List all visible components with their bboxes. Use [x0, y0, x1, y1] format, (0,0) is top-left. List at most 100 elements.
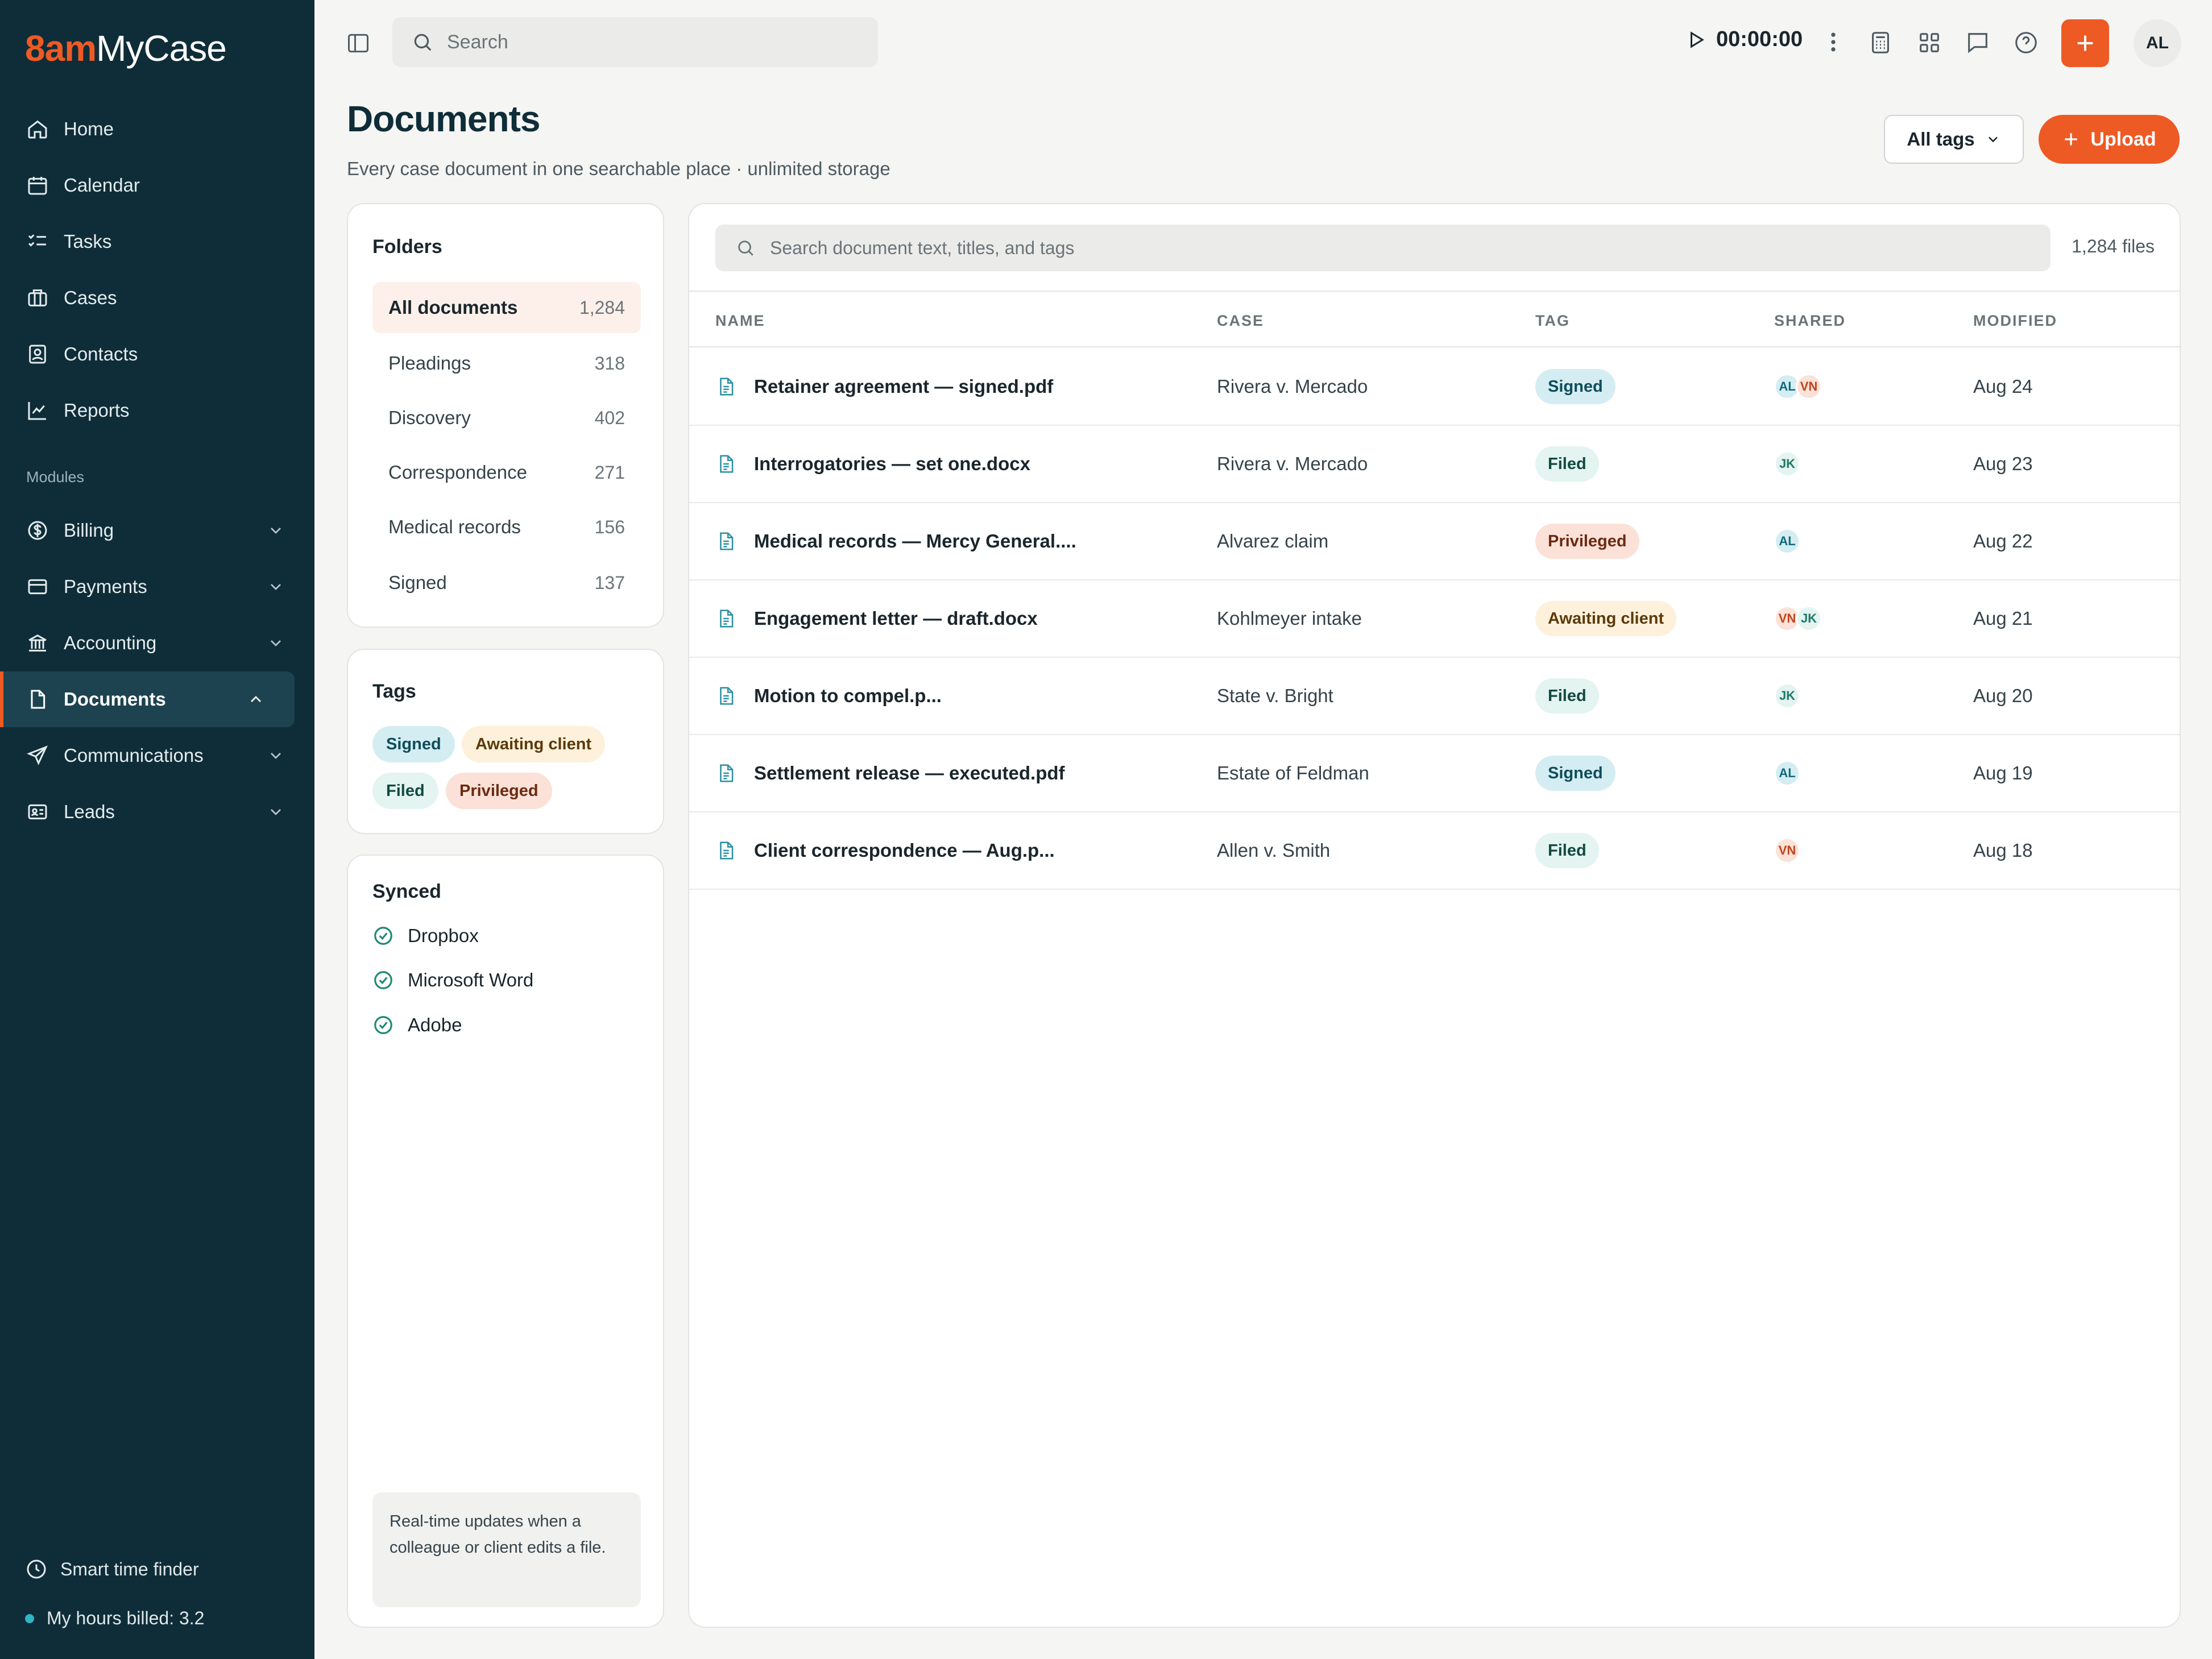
folder-label: Correspondence: [388, 462, 527, 483]
tag-chip-signed[interactable]: Signed: [372, 726, 455, 762]
sidebar-item-label: Cases: [64, 287, 117, 308]
sidebar-item-billing[interactable]: Billing: [0, 503, 314, 558]
document-case[interactable]: Allen v. Smith: [1217, 812, 1330, 889]
shared-avatar: VN: [1774, 837, 1800, 864]
document-tag-cell: Awaiting client: [1535, 580, 1677, 657]
calculator-icon[interactable]: [1867, 30, 1894, 56]
sidebar-item-documents[interactable]: Documents: [0, 671, 295, 727]
document-modified: Aug 24: [1973, 376, 2033, 397]
status-badge[interactable]: Signed: [1535, 369, 1615, 404]
timer[interactable]: 00:00:00: [1685, 27, 1803, 52]
column-header-name[interactable]: NAME: [715, 312, 765, 330]
folder-medical-records[interactable]: Medical records 156: [372, 501, 641, 553]
tag-chip-awaiting-client[interactable]: Awaiting client: [462, 726, 606, 762]
document-case[interactable]: Kohlmeyer intake: [1217, 580, 1362, 657]
document-modified: Aug 23: [1973, 453, 2033, 474]
document-case[interactable]: Alvarez claim: [1217, 503, 1328, 579]
status-badge[interactable]: Awaiting client: [1535, 601, 1677, 636]
table-row[interactable]: Motion to compel.p... State v. Bright File…: [689, 658, 2180, 735]
table-row[interactable]: Client correspondence — Aug.p... Allen v.…: [689, 812, 2180, 890]
tag-chip-privileged[interactable]: Privileged: [446, 773, 552, 809]
document-case[interactable]: Estate of Feldman: [1217, 735, 1369, 811]
check-circle-icon: [374, 1016, 392, 1034]
document-tag-cell: Signed: [1535, 349, 1615, 425]
sidebar-item-calendar[interactable]: Calendar: [0, 157, 314, 213]
user-avatar[interactable]: AL: [2134, 19, 2181, 67]
folder-signed[interactable]: Signed 137: [372, 557, 641, 608]
document-case[interactable]: Rivera v. Mercado: [1217, 349, 1368, 425]
all-tags-dropdown[interactable]: All tags: [1884, 115, 2024, 164]
document-name-cell[interactable]: Settlement release — executed.pdf: [715, 735, 1065, 811]
file-icon: [720, 687, 734, 705]
status-badge[interactable]: Filed: [1535, 833, 1599, 868]
document-name-cell[interactable]: Retainer agreement — signed.pdf: [715, 349, 1053, 425]
shared-avatar: AL: [1774, 760, 1800, 786]
document-name-cell[interactable]: Motion to compel.p...: [715, 658, 942, 734]
document-name-cell[interactable]: Client correspondence — Aug.p...: [715, 812, 1055, 889]
sidebar-item-accounting[interactable]: Accounting: [0, 615, 314, 671]
column-header-case[interactable]: CASE: [1217, 312, 1264, 330]
file-count: 1,284 files: [2072, 236, 2155, 256]
column-header-modified[interactable]: MODIFIED: [1973, 312, 2057, 330]
folder-correspondence[interactable]: Correspondence 271: [372, 447, 641, 498]
sidebar-toggle-icon[interactable]: [346, 31, 371, 56]
smart-time-finder-link[interactable]: Smart time finder: [25, 1558, 199, 1581]
sidebar-item-communications[interactable]: Communications: [0, 728, 314, 783]
document-name-cell[interactable]: Interrogatories — set one.docx: [715, 426, 1030, 502]
folder-pleadings[interactable]: Pleadings 318: [372, 338, 641, 389]
more-options-icon[interactable]: [1828, 30, 1839, 55]
document-name-cell[interactable]: Medical records — Mercy General....: [715, 503, 1076, 579]
folder-label: All documents: [388, 297, 518, 318]
sidebar-item-contacts[interactable]: Contacts: [0, 326, 314, 382]
folder-count: 271: [594, 462, 625, 483]
table-row[interactable]: Settlement release — executed.pdf Estate …: [689, 735, 2180, 812]
document-search-placeholder: Search document text, titles, and tags: [770, 237, 1075, 258]
tags-panel: Tags Signed Awaiting client Filed Privil…: [347, 649, 664, 834]
file-icon: [720, 609, 734, 628]
table-row[interactable]: Interrogatories — set one.docx Rivera v. …: [689, 426, 2180, 503]
shared-avatar: VN: [1796, 374, 1822, 400]
logo-name: MyCase: [96, 28, 227, 69]
status-badge[interactable]: Signed: [1535, 756, 1615, 791]
help-icon[interactable]: [2013, 30, 2039, 56]
sync-label: Dropbox: [408, 925, 479, 946]
apps-grid-icon[interactable]: [1916, 30, 1942, 56]
column-header-shared[interactable]: SHARED: [1774, 312, 1846, 330]
status-badge[interactable]: Privileged: [1535, 524, 1639, 559]
document-name-cell[interactable]: Engagement letter — draft.docx: [715, 580, 1038, 657]
table-row[interactable]: Retainer agreement — signed.pdf Rivera v.…: [689, 349, 2180, 426]
column-header-tag[interactable]: TAG: [1535, 312, 1570, 330]
sidebar-item-reports[interactable]: Reports: [0, 383, 314, 438]
tag-chip-filed[interactable]: Filed: [372, 773, 438, 809]
document-name: Settlement release — executed.pdf: [754, 762, 1065, 783]
sidebar-item-home[interactable]: Home: [0, 101, 314, 157]
folder-discovery[interactable]: Discovery 402: [372, 392, 641, 443]
folder-all-documents[interactable]: All documents 1,284: [372, 282, 641, 333]
all-tags-label: All tags: [1907, 128, 1975, 150]
document-search-input[interactable]: Search document text, titles, and tags: [715, 225, 2051, 271]
chat-icon[interactable]: [1965, 30, 1991, 56]
quick-add-button[interactable]: [2061, 19, 2109, 67]
upload-button[interactable]: Upload: [2039, 115, 2180, 164]
play-icon[interactable]: [1685, 28, 1706, 51]
document-case[interactable]: Rivera v. Mercado: [1217, 426, 1368, 502]
shared-avatars: AL VN: [1774, 349, 1822, 425]
app-logo[interactable]: 8am MyCase: [25, 27, 227, 69]
status-badge[interactable]: Filed: [1535, 678, 1599, 714]
sidebar-item-payments[interactable]: Payments: [0, 559, 314, 615]
plus-icon: [2065, 133, 2078, 146]
sidebar-item-label: Contacts: [64, 343, 138, 364]
timer-value: 00:00:00: [1716, 27, 1803, 51]
global-search-input[interactable]: Search: [392, 17, 878, 67]
sidebar-item-leads[interactable]: Leads: [0, 784, 314, 840]
document-modified: Aug 20: [1973, 685, 2033, 706]
calendar-icon: [26, 174, 49, 197]
sidebar-item-cases[interactable]: Cases: [0, 270, 314, 326]
table-row[interactable]: Engagement letter — draft.docx Kohlmeyer …: [689, 580, 2180, 658]
status-badge[interactable]: Filed: [1535, 446, 1599, 482]
table-row[interactable]: Medical records — Mercy General.... Alvar…: [689, 503, 2180, 580]
sidebar-item-tasks[interactable]: Tasks: [0, 214, 314, 269]
document-case[interactable]: State v. Bright: [1217, 658, 1333, 734]
global-search-placeholder: Search: [447, 31, 508, 53]
folder-label: Pleadings: [388, 352, 471, 374]
